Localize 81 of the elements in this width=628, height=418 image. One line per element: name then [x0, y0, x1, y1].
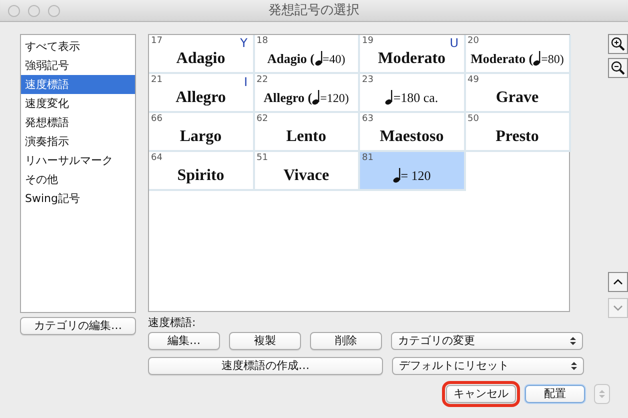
mark-cell[interactable]: 23 =180 ca.: [360, 74, 466, 113]
mark-cell[interactable]: 17 Y Adagio: [149, 35, 254, 74]
category-item[interactable]: Swing記号: [21, 189, 135, 208]
mark-cell[interactable]: 81 = 120: [360, 152, 466, 191]
mark-label: Adagio (: [267, 50, 315, 68]
cell-number: 23: [362, 74, 374, 87]
mark-cell[interactable]: 64 Spirito: [149, 152, 254, 191]
mark-cell[interactable]: 19 U Moderato: [360, 35, 466, 74]
mark-cell[interactable]: 18 Adagio ( =40): [254, 35, 360, 74]
updown-arrows-icon: [571, 361, 577, 371]
mark-cell[interactable]: 21 I Allegro: [149, 74, 254, 113]
tempo-label: Adagio: [176, 50, 226, 68]
tempo-value: =180 ca.: [393, 89, 438, 107]
chevron-up-icon: [612, 278, 624, 286]
category-select[interactable]: カテゴリの変更: [391, 332, 583, 350]
tempo-label: Largo: [180, 128, 222, 146]
chevron-down-icon: [612, 304, 624, 312]
tempo-label: Allegro: [176, 89, 226, 107]
cell-number: 62: [256, 113, 268, 126]
tempo-label: Presto: [496, 128, 539, 146]
window-control-button[interactable]: [48, 5, 60, 17]
tempo-value: = 120: [400, 167, 431, 185]
shortcut-key: U: [450, 34, 458, 52]
mark-cell[interactable]: 20 Moderato ( =80): [466, 35, 571, 74]
tempo-value: =120): [320, 90, 349, 107]
category-item[interactable]: 演奏指示: [21, 132, 135, 151]
cell-number: 17: [151, 35, 162, 48]
tempo-label: Grave: [496, 89, 539, 107]
category-item[interactable]: 強弱記号: [21, 56, 135, 75]
category-item[interactable]: 発想標語: [21, 113, 135, 132]
updown-arrows-icon: [570, 336, 576, 346]
category-item[interactable]: すべて表示: [21, 37, 135, 56]
tempo-label: Moderato: [378, 50, 446, 68]
scroll-up-button[interactable]: [608, 272, 628, 292]
mark-cell[interactable]: 66 Largo: [149, 113, 254, 152]
tempo-label: Maestoso: [380, 128, 444, 146]
mark-cell[interactable]: 22 Allegro ( =120): [254, 74, 360, 113]
tempo-value: =80): [541, 51, 564, 68]
window-control-button[interactable]: [28, 5, 40, 17]
updown-arrows-icon: [599, 389, 605, 399]
zoom-in-icon[interactable]: [608, 34, 628, 54]
cell-number: 18: [256, 35, 268, 48]
cell-number: 49: [468, 74, 479, 87]
cell-number: 20: [468, 35, 479, 48]
cell-number: 19: [362, 35, 374, 48]
create-button[interactable]: 速度標語の作成…: [148, 357, 383, 375]
shortcut-key: I: [244, 73, 248, 91]
mark-label: Allegro (: [264, 89, 312, 107]
tempo-label: Vivace: [283, 167, 330, 185]
action-button[interactable]: 複製: [229, 332, 301, 350]
shortcut-key: Y: [240, 34, 248, 52]
edit-categories-button[interactable]: カテゴリの編集…: [20, 317, 136, 335]
category-item[interactable]: 速度標語: [21, 75, 135, 94]
category-item[interactable]: 速度変化: [21, 94, 135, 113]
cell-number: 51: [256, 152, 268, 165]
mark-cell[interactable]: 49 Grave: [466, 74, 571, 113]
cell-number: 64: [151, 152, 162, 165]
window-title: 発想記号の選択: [268, 2, 360, 20]
action-button[interactable]: 削除: [310, 332, 382, 350]
cell-number: 22: [256, 74, 268, 87]
category-item[interactable]: リハーサルマーク: [21, 151, 135, 170]
tempo-label: Lento: [286, 128, 326, 146]
cell-number: 50: [468, 113, 479, 126]
mark-cell[interactable]: 50 Presto: [466, 113, 571, 152]
cell-number: 66: [151, 113, 162, 126]
cell-number: 63: [362, 113, 374, 126]
section-label: 速度標語:: [148, 315, 197, 330]
cell-number: 81: [362, 152, 374, 165]
mark-label: Moderato (: [470, 50, 534, 68]
place-button[interactable]: 配置: [525, 385, 585, 403]
category-item[interactable]: その他: [21, 170, 135, 189]
stepper[interactable]: [594, 384, 610, 404]
reset-select[interactable]: デフォルトにリセット: [392, 357, 584, 375]
cell-number: 21: [151, 74, 162, 87]
zoom-out-icon[interactable]: [608, 58, 628, 78]
tempo-value: =40): [322, 51, 346, 68]
tempo-label: Spirito: [177, 167, 224, 185]
mark-cell[interactable]: 62 Lento: [254, 113, 360, 152]
action-button[interactable]: 編集…: [148, 332, 220, 350]
scroll-down-button[interactable]: [608, 298, 628, 318]
window-control-button[interactable]: [8, 5, 20, 17]
